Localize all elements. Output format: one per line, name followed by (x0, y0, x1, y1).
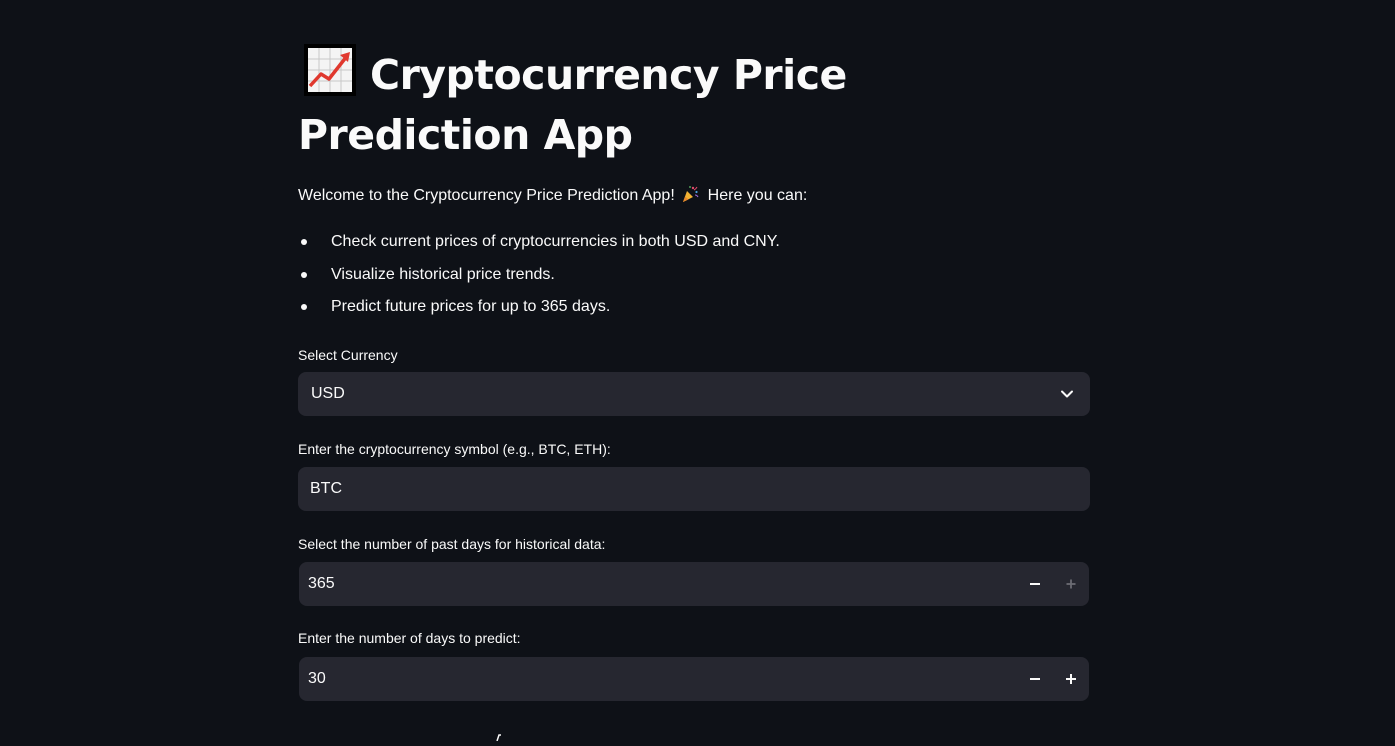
predict-days-increment-button[interactable] (1053, 657, 1089, 701)
symbol-label: Enter the cryptocurrency symbol (e.g., B… (298, 441, 611, 457)
list-item-text: Predict future prices for up to 365 days… (331, 298, 611, 315)
plus-icon (1066, 674, 1076, 684)
chart-increasing-icon (304, 44, 356, 96)
page-title: Cryptocurrency Price Prediction App (298, 44, 1090, 165)
past-days-value: 365 (308, 575, 335, 592)
symbol-input-value: BTC (310, 480, 342, 497)
list-item: Visualize historical price trends. (298, 263, 780, 296)
welcome-text-end: Here you can: (707, 187, 808, 204)
list-item: Check current prices of cryptocurrencies… (298, 230, 780, 263)
predict-days-label: Enter the number of days to predict: (298, 630, 521, 646)
currency-selected-value: USD (311, 385, 345, 402)
partial-content-glyph (496, 728, 502, 742)
welcome-text-start: Welcome to the Cryptocurrency Price Pred… (298, 187, 675, 204)
bullet-icon (301, 304, 307, 310)
minus-icon (1030, 678, 1040, 680)
plus-icon (1066, 579, 1076, 589)
symbol-input[interactable]: BTC (298, 467, 1090, 511)
list-item: Predict future prices for up to 365 days… (298, 295, 780, 328)
currency-select[interactable]: USD (298, 372, 1090, 416)
page-title-text: Cryptocurrency Price Prediction App (298, 51, 847, 159)
chevron-down-icon (1060, 387, 1074, 401)
past-days-increment-button[interactable] (1053, 562, 1089, 606)
list-item-text: Visualize historical price trends. (331, 265, 555, 283)
bullet-icon (301, 271, 307, 278)
welcome-text: Welcome to the Cryptocurrency Price Pred… (298, 184, 807, 208)
past-days-decrement-button[interactable] (1017, 562, 1053, 606)
predict-days-stepper[interactable]: 30 (299, 657, 1089, 701)
past-days-label: Select the number of past days for histo… (298, 536, 606, 552)
past-days-stepper[interactable]: 365 (299, 562, 1089, 606)
list-item-text: Check current prices of cryptocurrencies… (331, 233, 780, 250)
feature-list: Check current prices of cryptocurrencies… (298, 230, 780, 328)
bullet-icon (301, 239, 307, 245)
currency-label: Select Currency (298, 347, 398, 363)
predict-days-value: 30 (308, 670, 326, 687)
predict-days-decrement-button[interactable] (1017, 657, 1053, 701)
minus-icon (1030, 583, 1040, 585)
party-popper-icon (681, 185, 699, 203)
